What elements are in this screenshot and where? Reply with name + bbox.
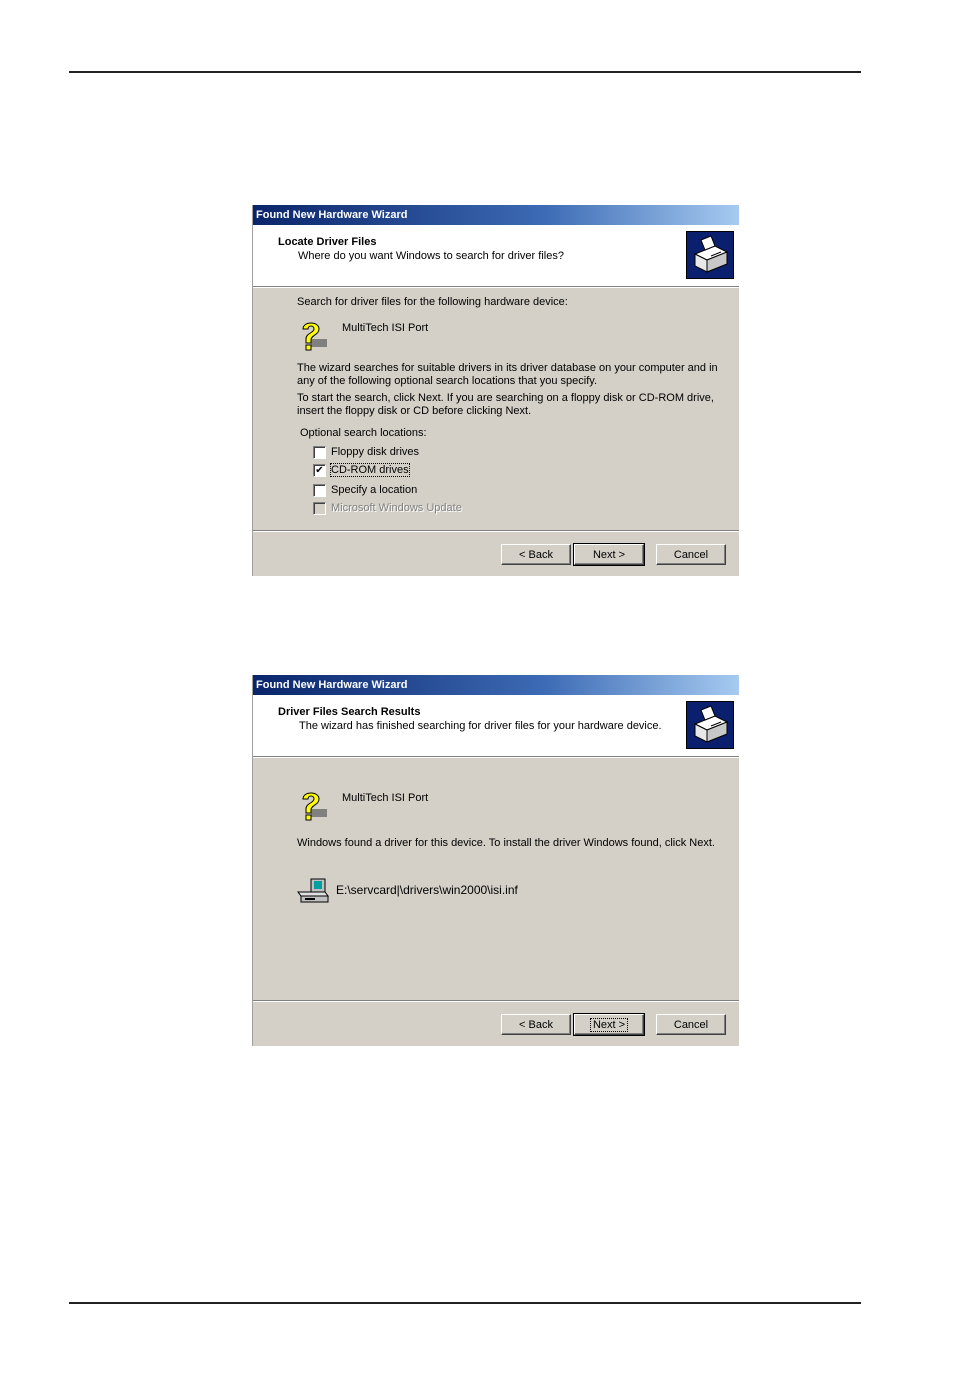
dialog-title-bar: Found New Hardware Wizard — [253, 205, 739, 225]
button-separator — [253, 530, 739, 532]
windows-update-checkbox-row: Microsoft Windows Update — [313, 501, 462, 515]
cancel-button-label: Cancel — [673, 548, 709, 561]
cancel-button-label: Cancel — [673, 1018, 709, 1031]
dialog-title-bar: Found New Hardware Wizard — [253, 675, 739, 695]
specify-location-checkbox[interactable] — [313, 483, 326, 497]
intro-text: Search for driver files for the followin… — [297, 296, 568, 308]
bottom-rule — [69, 1302, 861, 1304]
next-button-label: Next > — [592, 548, 626, 561]
result-message: Windows found a driver for this device. … — [297, 837, 715, 849]
back-button[interactable]: < Back — [501, 1014, 571, 1035]
button-separator — [253, 1000, 739, 1002]
next-button-label: Next > — [589, 1017, 629, 1032]
next-button[interactable]: Next > — [573, 1013, 645, 1036]
cancel-button[interactable]: Cancel — [656, 1014, 726, 1035]
optional-locations-label: Optional search locations: — [300, 427, 427, 439]
cdrom-checkbox-label[interactable]: CD-ROM drives — [330, 463, 410, 477]
floppy-checkbox-row[interactable]: Floppy disk drives — [313, 445, 419, 459]
top-rule — [69, 71, 861, 73]
header-subtitle: Where do you want Windows to search for … — [298, 250, 564, 262]
cancel-button[interactable]: Cancel — [656, 544, 726, 565]
device-name: MultiTech ISI Port — [342, 792, 429, 804]
description-line-2: any of the following optional search loc… — [297, 375, 598, 387]
device-name: MultiTech ISI Port — [342, 322, 429, 334]
cdrom-checkbox[interactable]: ✔ — [313, 463, 326, 477]
header-title: Driver Files Search Results — [278, 706, 421, 718]
question-mark-icon — [297, 319, 329, 356]
description-line-1: The wizard searches for suitable drivers… — [297, 362, 718, 374]
windows-update-checkbox — [313, 501, 326, 515]
driver-file-path: E:\servcard|\drivers\win2000\isi.inf — [336, 883, 518, 897]
instruction-line-1: To start the search, click Next. If you … — [297, 392, 714, 404]
cdrom-checkbox-row[interactable]: ✔ CD-ROM drives — [313, 463, 410, 477]
header-title: Locate Driver Files — [278, 236, 377, 248]
floppy-checkbox[interactable] — [313, 445, 326, 459]
floppy-checkbox-label[interactable]: Floppy disk drives — [331, 446, 419, 458]
wizard-dialog-locate-driver: Found New Hardware Wizard Locate Driver … — [252, 205, 739, 576]
question-mark-icon — [297, 789, 329, 826]
windows-update-checkbox-label: Microsoft Windows Update — [331, 502, 462, 514]
back-button-label: < Back — [519, 1018, 553, 1031]
hardware-wizard-icon — [686, 231, 734, 279]
back-button[interactable]: < Back — [501, 544, 571, 565]
next-button[interactable]: Next > — [573, 543, 645, 566]
wizard-dialog-search-results: Found New Hardware Wizard Driver Files S… — [252, 675, 739, 1046]
header-subtitle: The wizard has finished searching for dr… — [299, 720, 662, 732]
specify-location-checkbox-label[interactable]: Specify a location — [331, 484, 417, 496]
instruction-line-2: insert the floppy disk or CD before clic… — [297, 405, 532, 417]
dialog-header: Driver Files Search Results The wizard h… — [253, 695, 739, 757]
back-button-label: < Back — [519, 548, 553, 561]
cd-drive-icon — [297, 878, 329, 907]
hardware-wizard-icon — [686, 701, 734, 749]
specify-location-checkbox-row[interactable]: Specify a location — [313, 483, 417, 497]
dialog-header: Locate Driver Files Where do you want Wi… — [253, 225, 739, 287]
